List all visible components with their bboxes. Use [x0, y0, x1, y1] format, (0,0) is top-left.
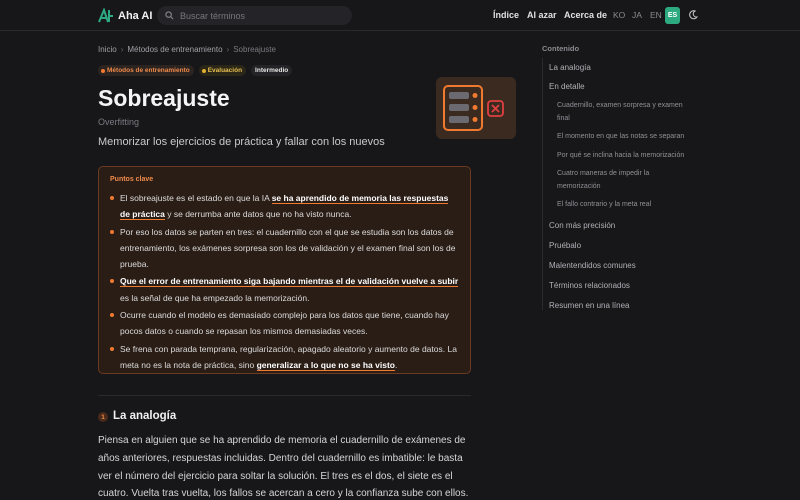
toc-subitem-momento[interactable]: El momento en que las notas se separan — [543, 131, 692, 144]
top-header: Aha AI Índice AI azar Acerca de KO JA EN… — [0, 0, 800, 31]
breadcrumb-separator: › — [120, 45, 124, 54]
key-point-highlight: generalizar a lo que no se ha visto — [256, 359, 395, 371]
tag-label: Intermedio — [255, 67, 289, 74]
toc-subitem-fallo-contrario[interactable]: El fallo contrario y la meta real — [543, 199, 692, 212]
toc-item-analogia[interactable]: La analogía — [543, 63, 692, 72]
key-point: El sobreajuste es el estado en que la IA… — [110, 190, 459, 223]
breadcrumb: Inicio › Métodos de entrenamiento › Sobr… — [98, 45, 276, 54]
section-divider — [98, 395, 471, 396]
brand-logo-icon — [98, 8, 113, 23]
tag-label: Evaluación — [207, 67, 243, 74]
section-number-badge: 1 — [98, 412, 108, 422]
nav-index[interactable]: Índice — [493, 10, 519, 20]
toc-subitem-memorizacion[interactable]: Por qué se inclina hacia la memorización — [543, 150, 692, 163]
page-lede: Memorizar los ejercicios de práctica y f… — [98, 136, 385, 148]
brand-name: Aha AI — [118, 10, 153, 22]
lang-en[interactable]: EN — [650, 10, 662, 20]
dot-icon — [201, 68, 206, 73]
english-term: Overfitting — [98, 117, 140, 127]
toc-item-detalle[interactable]: En detalle — [543, 82, 692, 91]
nav-about[interactable]: Acerca de — [564, 10, 607, 20]
tag-list: Métodos de entrenamiento Evaluación Inte… — [98, 65, 293, 76]
tag-category[interactable]: Métodos de entrenamiento — [98, 65, 194, 76]
search-input[interactable] — [180, 10, 340, 21]
tag-evaluation[interactable]: Evaluación — [198, 65, 247, 76]
tag-level: Intermedio — [251, 65, 293, 76]
moon-icon[interactable] — [688, 10, 698, 20]
key-point: Por eso los datos se parten en tres: el … — [110, 224, 459, 273]
key-point-text: . — [394, 359, 398, 370]
dot-icon — [101, 68, 105, 73]
hero-illustration — [436, 77, 516, 139]
checklist-reject-icon — [443, 85, 504, 131]
breadcrumb-current: Sobreajuste — [233, 45, 276, 54]
lang-ja[interactable]: JA — [632, 10, 642, 20]
nav-random[interactable]: AI azar — [527, 10, 557, 20]
key-point-text: es la señal de que ha empezado la memori… — [120, 292, 310, 303]
tag-label: Métodos de entrenamiento — [107, 67, 190, 74]
brand-logo[interactable]: Aha AI — [98, 8, 152, 24]
toc-item-pruebalo[interactable]: Pruébalo — [543, 241, 692, 250]
key-point: Ocurre cuando el modelo es demasiado com… — [110, 307, 459, 340]
toc-item-malentendidos[interactable]: Malentendidos comunes — [543, 261, 692, 270]
page-title: Sobreajuste — [98, 85, 230, 111]
search-box[interactable] — [157, 6, 352, 25]
search-icon — [165, 11, 174, 20]
toc-item-resumen[interactable]: Resumen en una línea — [543, 301, 692, 310]
key-point-highlight: Que el error de entrenamiento siga bajan… — [120, 276, 459, 288]
breadcrumb-separator: › — [226, 45, 230, 54]
section-title: La analogía — [113, 410, 177, 422]
key-point-text: y se derrumba ante datos que no ha visto… — [164, 209, 352, 220]
toc-item-precision[interactable]: Con más precisión — [543, 221, 692, 230]
toc-subitem-cuatro-maneras[interactable]: Cuatro maneras de impedir la memorizació… — [543, 168, 692, 193]
key-point: Que el error de entrenamiento siga bajan… — [110, 273, 459, 306]
table-of-contents: La analogía En detalle Cuadernillo, exam… — [542, 58, 692, 310]
toc-subitem-cuadernillo[interactable]: Cuadernillo, examen sorpresa y examen fi… — [543, 100, 692, 125]
lang-es[interactable]: ES — [665, 7, 680, 24]
key-points-box: Puntos clave El sobreajuste es el estado… — [98, 166, 471, 374]
breadcrumb-category[interactable]: Métodos de entrenamiento — [127, 45, 222, 54]
section-body: Piensa en alguien que se ha aprendido de… — [98, 435, 469, 500]
lang-ko[interactable]: KO — [613, 10, 625, 20]
key-points-title: Puntos clave — [110, 176, 154, 183]
key-point-text: El sobreajuste es el estado en que la IA — [120, 193, 272, 203]
breadcrumb-home[interactable]: Inicio — [98, 45, 117, 54]
key-point: Se frena con parada temprana, regulariza… — [110, 341, 459, 374]
toc-item-relacionados[interactable]: Términos relacionados — [543, 281, 692, 290]
toc-title: Contenido — [542, 44, 580, 53]
